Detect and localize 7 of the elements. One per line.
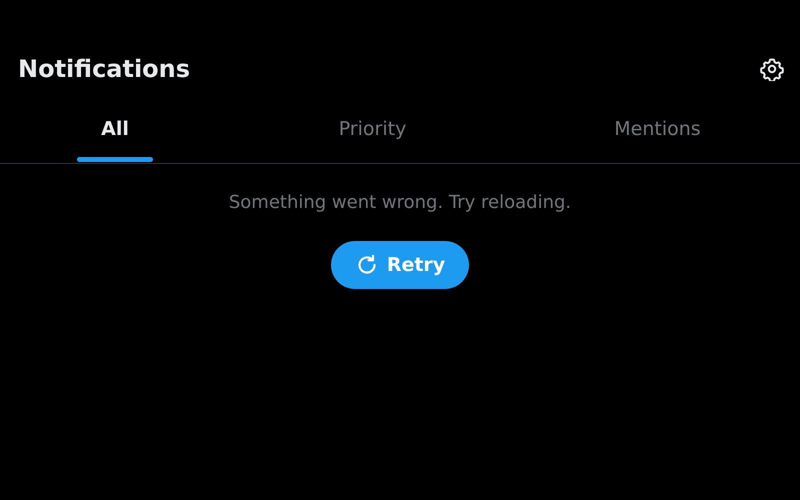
settings-icon[interactable] xyxy=(760,57,784,81)
error-message: Something went wrong. Try reloading. xyxy=(228,192,572,213)
page-title: Notifications xyxy=(18,55,190,83)
tab[interactable]: All xyxy=(0,95,230,163)
tab[interactable]: Mentions xyxy=(515,95,800,163)
tab[interactable]: Priority xyxy=(230,95,515,163)
retry-button[interactable]: Retry xyxy=(330,241,470,289)
